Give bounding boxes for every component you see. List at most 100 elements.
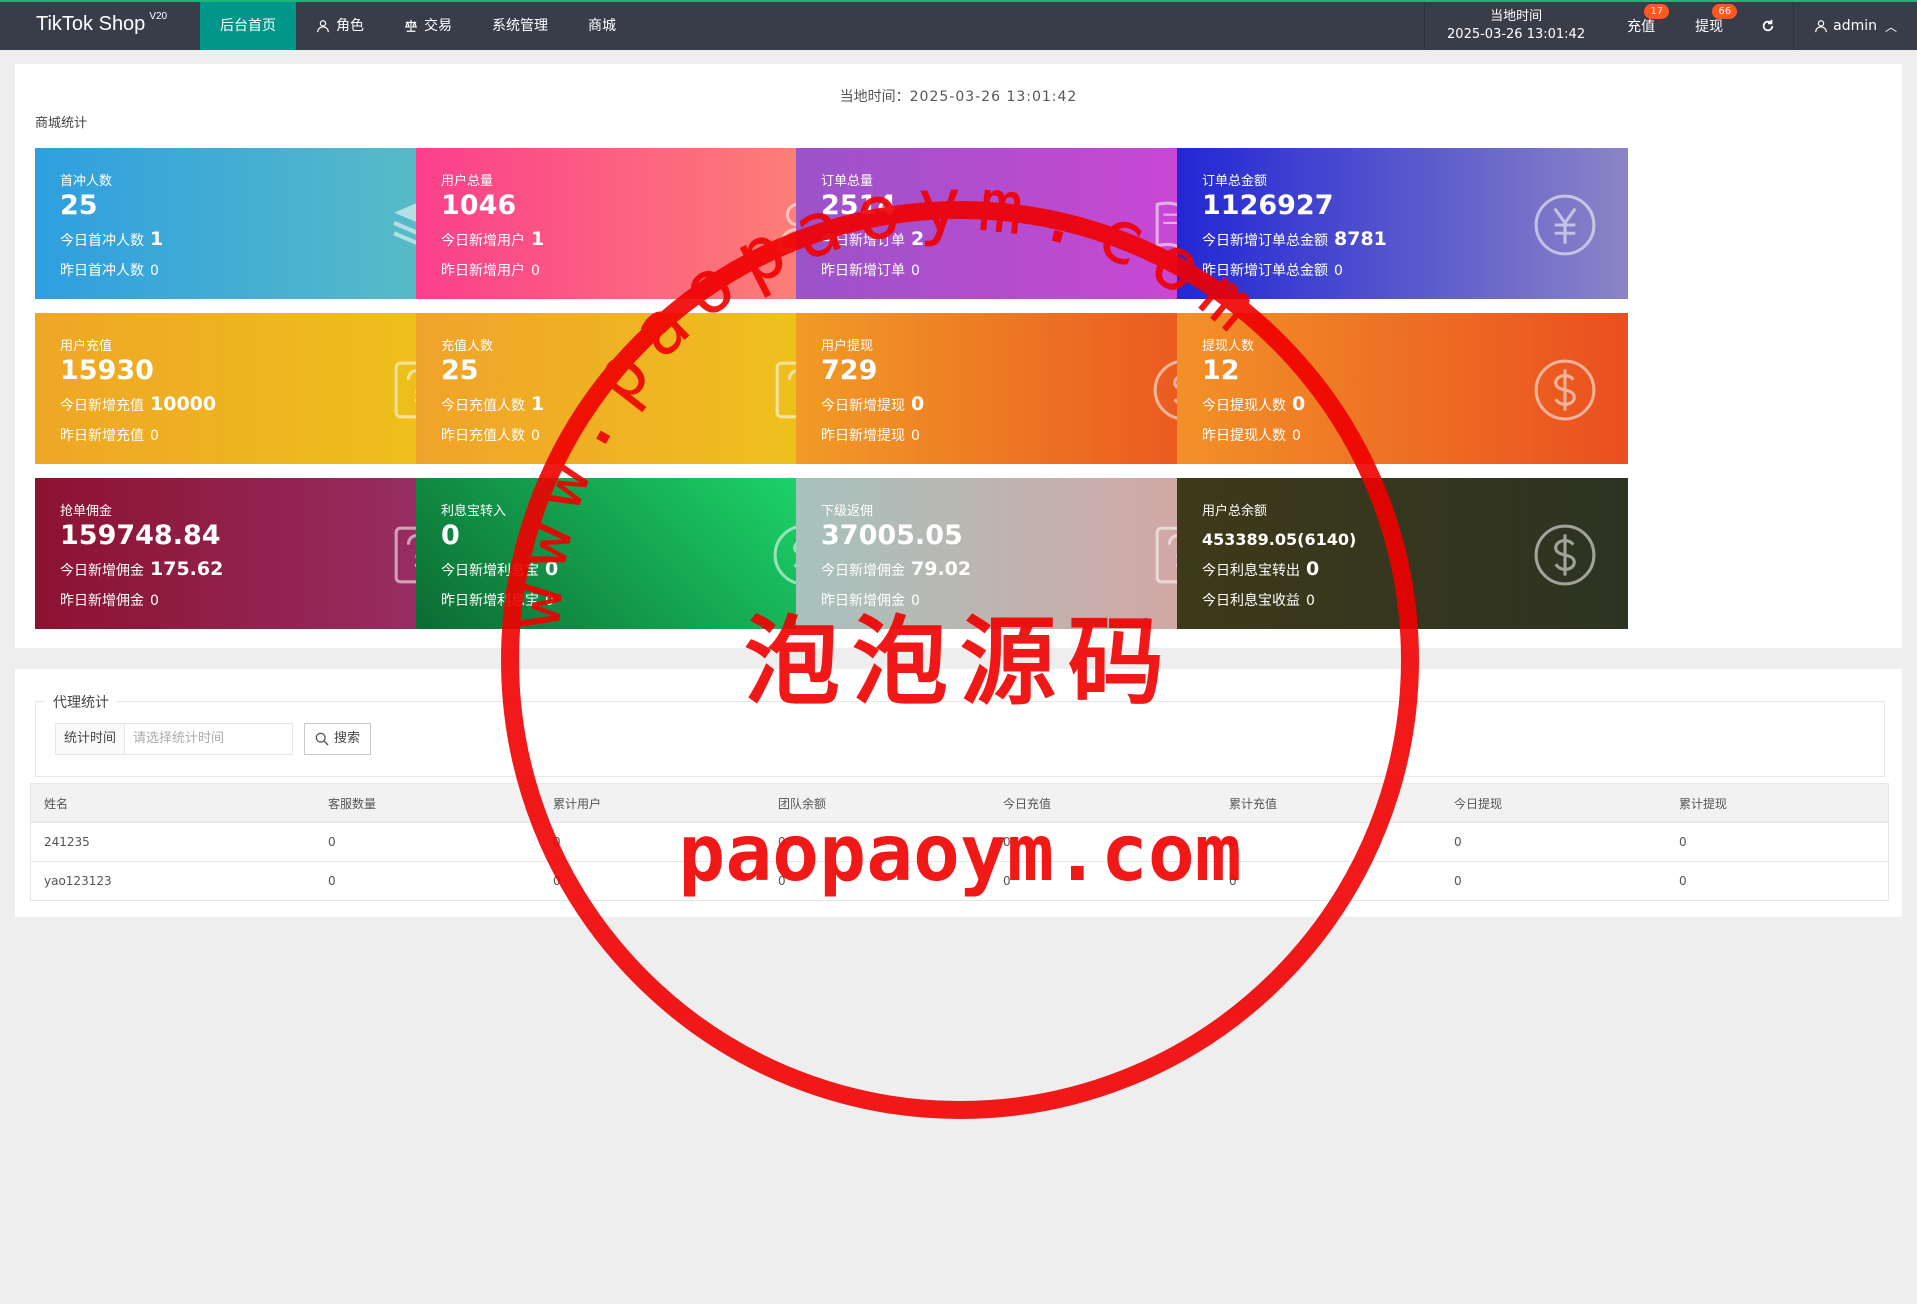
- stat-card-value: 25: [441, 355, 479, 386]
- stat-card-today: 今日新增用户 1: [441, 228, 545, 250]
- stat-card-today: 今日利息宝转出 0: [1202, 558, 1320, 580]
- stat-card-value: 1126927: [1202, 190, 1334, 221]
- stat-card-today: 今日新增订单 2: [821, 228, 925, 250]
- stat-card-yesterday: 昨日新增利息宝 0: [441, 593, 554, 609]
- agent-table: 姓名 客服数量 累计用户 团队余额 今日充值 累计充值 今日提现 累计提现 24…: [30, 783, 1889, 901]
- col-today-withdraw: 今日提现: [1454, 796, 1503, 811]
- stat-card-today: 今日充值人数 1: [441, 393, 545, 415]
- stat-card-value: 12: [1202, 355, 1240, 386]
- stat-card-yesterday: 昨日新增提现 0: [821, 428, 920, 444]
- col-total-users: 累计用户: [553, 796, 602, 811]
- cell: 0: [1003, 874, 1011, 888]
- stat-card-yesterday: 昨日新增佣金 0: [60, 593, 159, 609]
- stat-card-yesterday: 昨日首冲人数 0: [60, 263, 159, 279]
- stat-card: 提现人数 12 今日提现人数 0 昨日提现人数 0: [1177, 313, 1628, 464]
- stat-card-label: 下级返佣: [821, 504, 874, 519]
- user-icon: [1815, 20, 1827, 33]
- cell: 0: [553, 874, 561, 888]
- nav-role[interactable]: 角色: [296, 2, 384, 50]
- refresh-icon: [1762, 19, 1774, 32]
- stat-card: 用户总余额 453389.05(6140) 今日利息宝转出 0 今日利息宝收益 0: [1177, 478, 1628, 629]
- cell: 0: [1454, 874, 1462, 888]
- stat-card-label: 用户总余额: [1202, 504, 1268, 519]
- col-today-recharge: 今日充值: [1003, 796, 1052, 811]
- stat-card-label: 充值人数: [441, 339, 494, 354]
- recharge-button[interactable]: 充值 17: [1607, 2, 1675, 50]
- stat-card-today: 今日新增订单总金额 8781: [1202, 228, 1387, 250]
- nav-mall[interactable]: 商城: [568, 2, 636, 50]
- dollar-icon: [1532, 522, 1598, 588]
- cell: 0: [553, 835, 561, 849]
- nav-trade[interactable]: 交易: [384, 2, 472, 50]
- withdraw-button[interactable]: 提现 66: [1675, 2, 1743, 50]
- stat-card-label: 订单总量: [821, 174, 874, 189]
- yen-icon: [1532, 192, 1598, 258]
- stat-card-label: 用户提现: [821, 339, 874, 354]
- col-service-count: 客服数量: [328, 796, 377, 811]
- table-header: 姓名 客服数量 累计用户 团队余额 今日充值 累计充值 今日提现 累计提现: [31, 784, 1888, 822]
- col-total-recharge: 累计充值: [1229, 796, 1278, 811]
- stat-card-today: 今日新增佣金 79.02: [821, 558, 972, 580]
- cell: 0: [328, 835, 336, 849]
- header-right: 当地时间 2025-03-26 13:01:42 充值 17 提现 66 adm…: [1424, 2, 1917, 50]
- stats-panel: 当地时间：2025-03-26 13:01:42 商城统计 首冲人数 25 今日首冲…: [15, 64, 1902, 648]
- stat-card-value: 453389.05(6140): [1202, 530, 1357, 549]
- col-team-balance: 团队余额: [778, 796, 827, 811]
- nav-system[interactable]: 系统管理: [472, 2, 568, 50]
- stat-card-today: 今日新增充值 10000: [60, 393, 217, 415]
- search-button[interactable]: 搜索: [304, 723, 372, 755]
- refresh-button[interactable]: [1743, 2, 1793, 50]
- stat-time-input[interactable]: 请选择统计时间: [125, 723, 294, 755]
- local-time: 当地时间：2025-03-26 13:01:42: [839, 89, 1078, 105]
- table-row[interactable]: 241235 0 0 0 0 0 0 0: [31, 822, 1888, 861]
- time-value: 2025-03-26 13:01:42: [1447, 27, 1586, 42]
- stat-card-today: 今日首冲人数 1: [60, 228, 164, 250]
- stat-card-today: 今日新增提现 0: [821, 393, 925, 415]
- agent-panel: 代理统计 统计时间 请选择统计时间 搜索 姓名 客服数量 累计用户 团队余额 今…: [15, 669, 1902, 917]
- stat-card-value: 0: [441, 520, 460, 551]
- header-time: 当地时间 2025-03-26 13:01:42: [1424, 2, 1607, 50]
- stat-card-value: 15930: [60, 355, 154, 386]
- stat-card: 订单总金额 1126927 今日新增订单总金额 8781 昨日新增订单总金额 0: [1177, 148, 1628, 299]
- col-total-withdraw: 累计提现: [1679, 796, 1728, 811]
- cell: 0: [1679, 835, 1687, 849]
- recharge-badge: 17: [1644, 4, 1670, 19]
- cell: 0: [778, 835, 786, 849]
- time-label: 当地时间: [1490, 9, 1543, 24]
- stat-card-today: 今日新增佣金 175.62: [60, 558, 224, 580]
- cell: 241235: [44, 835, 90, 849]
- cell: yao123123: [44, 874, 112, 888]
- table-row[interactable]: yao123123 0 0 0 0 0 0 0: [31, 861, 1888, 900]
- col-name: 姓名: [44, 796, 69, 811]
- cell: 0: [1454, 835, 1462, 849]
- stat-card-yesterday: 昨日提现人数 0: [1202, 428, 1301, 444]
- stat-card-yesterday: 今日利息宝收益 0: [1202, 593, 1315, 609]
- stat-card-yesterday: 昨日新增充值 0: [60, 428, 159, 444]
- stat-card-label: 首冲人数: [60, 174, 113, 189]
- cell: 0: [778, 874, 786, 888]
- app-logo[interactable]: TikTok Shop V20: [36, 11, 167, 36]
- stat-card-value: 729: [821, 355, 878, 386]
- stat-card-label: 抢单佣金: [60, 504, 113, 519]
- stat-card-value: 159748.84: [60, 520, 221, 551]
- dollar-icon: [1532, 357, 1598, 423]
- cell: 0: [328, 874, 336, 888]
- main-nav: 后台首页 角色 交易 系统管理 商城: [200, 2, 636, 50]
- cell: 0: [1229, 874, 1237, 888]
- stat-card-label: 订单总金额: [1202, 174, 1268, 189]
- stat-card-value: 1046: [441, 190, 517, 221]
- search-row: 统计时间 请选择统计时间 搜索: [55, 723, 372, 755]
- nav-home[interactable]: 后台首页: [200, 2, 296, 50]
- section-title: 商城统计: [35, 116, 88, 131]
- scale-icon: [404, 19, 418, 32]
- user-icon: [317, 20, 329, 33]
- stat-card-today: 今日提现人数 0: [1202, 393, 1306, 415]
- search-label: 统计时间: [55, 723, 126, 755]
- stat-card-today: 今日新增利息宝 0: [441, 558, 559, 580]
- stat-card-yesterday: 昨日新增订单 0: [821, 263, 920, 279]
- withdraw-badge: 66: [1712, 4, 1738, 19]
- stat-card-value: 2514: [821, 190, 897, 221]
- top-navbar: TikTok Shop V20 后台首页 角色 交易 系统管理 商城 当地时间 2…: [0, 0, 1917, 50]
- stat-card-label: 用户总量: [441, 174, 494, 189]
- user-menu[interactable]: admin ︿: [1793, 2, 1917, 50]
